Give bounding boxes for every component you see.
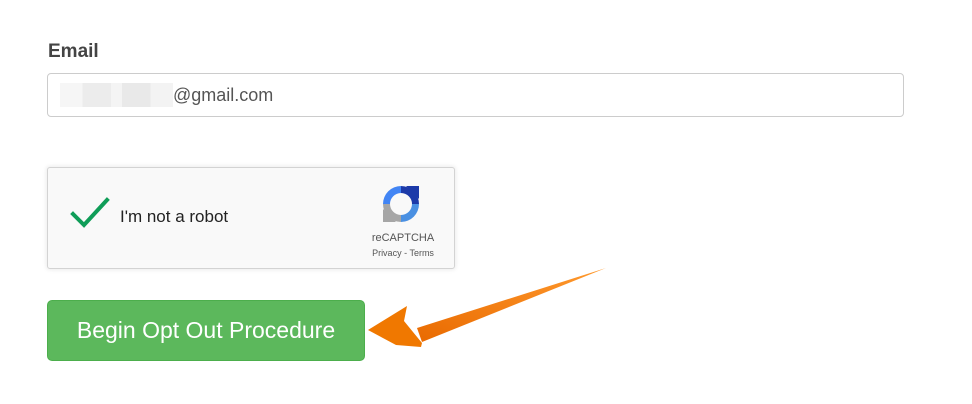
email-field-value: @gmail.com	[173, 85, 274, 105]
checkmark-icon[interactable]	[70, 196, 110, 230]
recaptcha-logo-icon	[383, 186, 419, 222]
email-redacted-portion	[60, 83, 173, 107]
recaptcha-brand-text: reCAPTCHA	[371, 232, 435, 244]
recaptcha-checkbox-label: I'm not a robot	[120, 207, 229, 226]
email-label: Email	[48, 41, 99, 62]
begin-opt-out-button[interactable]: Begin Opt Out Procedure	[47, 300, 365, 361]
pointer-arrow-icon	[368, 268, 606, 347]
link-separator: -	[404, 248, 408, 258]
recaptcha-widget: I'm not a robot reCAPTCHA Privacy - Term…	[47, 167, 455, 269]
terms-link[interactable]: Terms	[409, 248, 434, 258]
privacy-link[interactable]: Privacy	[372, 248, 402, 258]
opt-out-form-page: Email @gmail.com I'm not a robot reCAPTC…	[0, 0, 972, 404]
email-field[interactable]: @gmail.com	[47, 73, 904, 117]
recaptcha-links: Privacy - Terms	[348, 248, 458, 258]
